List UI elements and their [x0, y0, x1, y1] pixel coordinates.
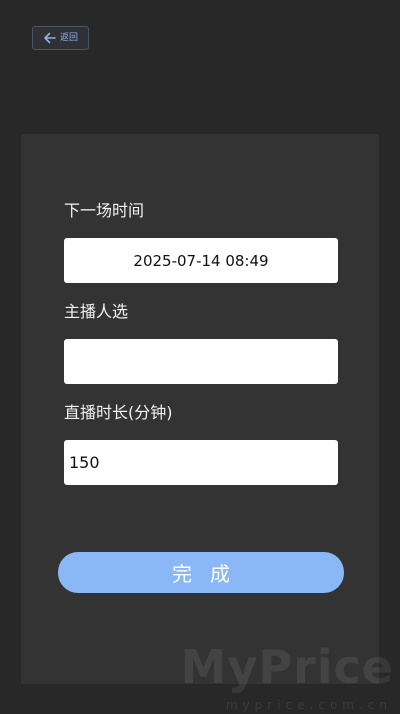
duration-label: 直播时长(分钟) [64, 403, 173, 422]
live-schedule-screen: 返回 下一场时间 主播人选 直播时长(分钟) 完成 MyPrice mypric… [0, 0, 400, 714]
watermark-domain: myprice.com.cn [225, 698, 392, 712]
duration-field[interactable] [64, 440, 338, 485]
host-label: 主播人选 [64, 302, 129, 321]
next-time-label: 下一场时间 [64, 201, 145, 220]
host-field[interactable] [64, 339, 338, 384]
arrow-left-icon [44, 32, 56, 44]
next-time-field[interactable] [64, 238, 338, 283]
back-button-label: 返回 [59, 32, 78, 43]
submit-button[interactable]: 完成 [58, 552, 344, 593]
watermark-brand: MyPrice [180, 640, 394, 694]
back-button[interactable]: 返回 [32, 26, 89, 50]
schedule-form-panel: 下一场时间 主播人选 直播时长(分钟) 完成 [21, 134, 379, 684]
